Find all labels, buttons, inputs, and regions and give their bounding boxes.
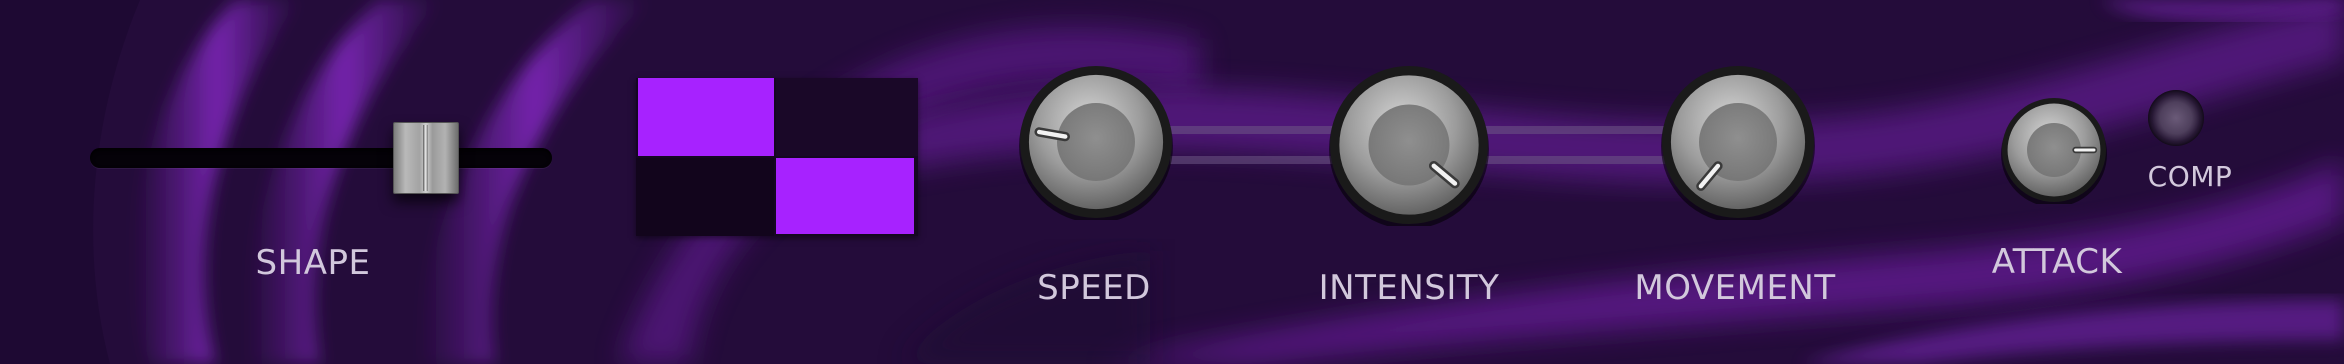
speed-label: SPEED	[1037, 268, 1151, 308]
comp-toggle-button[interactable]	[2148, 90, 2204, 146]
shape-slider-handle[interactable]	[392, 122, 459, 194]
intensity-knob[interactable]	[1328, 64, 1490, 226]
movement-knob[interactable]	[1660, 64, 1816, 220]
shape-display-high-segment	[638, 78, 774, 156]
speed-knob[interactable]	[1018, 64, 1174, 220]
shape-display-low-segment	[776, 158, 914, 234]
attack-label: ATTACK	[1991, 242, 2123, 282]
movement-label: MOVEMENT	[1634, 268, 1836, 308]
attack-knob[interactable]	[2000, 96, 2108, 204]
square-wave-display	[636, 78, 918, 236]
shape-label: SHAPE	[255, 243, 371, 283]
shape-slider-track[interactable]	[90, 148, 552, 168]
intensity-label: INTENSITY	[1318, 268, 1500, 308]
comp-label: COMP	[2147, 160, 2233, 193]
